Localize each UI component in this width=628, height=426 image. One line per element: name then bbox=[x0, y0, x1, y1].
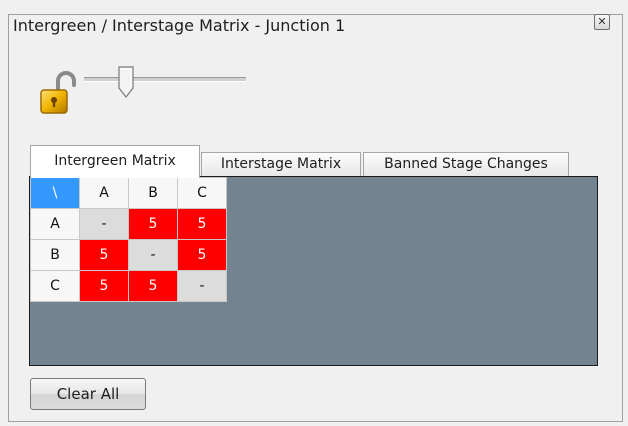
matrix-cell-a-b[interactable]: 5 bbox=[128, 208, 178, 240]
close-icon: ✕ bbox=[597, 15, 607, 28]
corner-header-cell[interactable]: \ bbox=[30, 177, 80, 209]
tab-banned-stage-changes[interactable]: Banned Stage Changes bbox=[363, 152, 569, 176]
row-header-c[interactable]: C bbox=[30, 270, 80, 302]
matrix-cell-a-a[interactable]: - bbox=[79, 208, 129, 240]
row-header-b[interactable]: B bbox=[30, 239, 80, 271]
clear-all-button[interactable]: Clear All bbox=[30, 378, 146, 410]
matrix-cell-c-b[interactable]: 5 bbox=[128, 270, 178, 302]
tab-label: Intergreen Matrix bbox=[54, 153, 176, 169]
slider-track[interactable] bbox=[84, 77, 246, 82]
tab-label: Banned Stage Changes bbox=[384, 156, 548, 172]
matrix-cell-b-c[interactable]: 5 bbox=[177, 239, 227, 271]
matrix-cell-b-b[interactable]: - bbox=[128, 239, 178, 271]
slider-thumb[interactable] bbox=[115, 66, 137, 98]
column-header-a[interactable]: A bbox=[79, 177, 129, 209]
unlocked-padlock-icon[interactable] bbox=[38, 70, 78, 116]
matrix-cell-c-a[interactable]: 5 bbox=[79, 270, 129, 302]
close-button[interactable]: ✕ bbox=[594, 14, 610, 30]
window-title: Intergreen / Interstage Matrix - Junctio… bbox=[13, 16, 346, 35]
column-header-b[interactable]: B bbox=[128, 177, 178, 209]
tab-label: Interstage Matrix bbox=[220, 156, 342, 172]
matrix-cell-b-a[interactable]: 5 bbox=[79, 239, 129, 271]
tab-interstage-matrix[interactable]: Interstage Matrix bbox=[201, 152, 361, 176]
tab-intergreen-matrix[interactable]: Intergreen Matrix bbox=[30, 145, 200, 178]
matrix-cell-a-c[interactable]: 5 bbox=[177, 208, 227, 240]
row-header-a[interactable]: A bbox=[30, 208, 80, 240]
matrix-panel: \ A B C A - 5 5 B 5 - 5 C 5 5 - bbox=[29, 176, 598, 366]
matrix-cell-c-c[interactable]: - bbox=[177, 270, 227, 302]
column-header-c[interactable]: C bbox=[177, 177, 227, 209]
intergreen-matrix-grid: \ A B C A - 5 5 B 5 - 5 C 5 5 - bbox=[30, 177, 227, 302]
